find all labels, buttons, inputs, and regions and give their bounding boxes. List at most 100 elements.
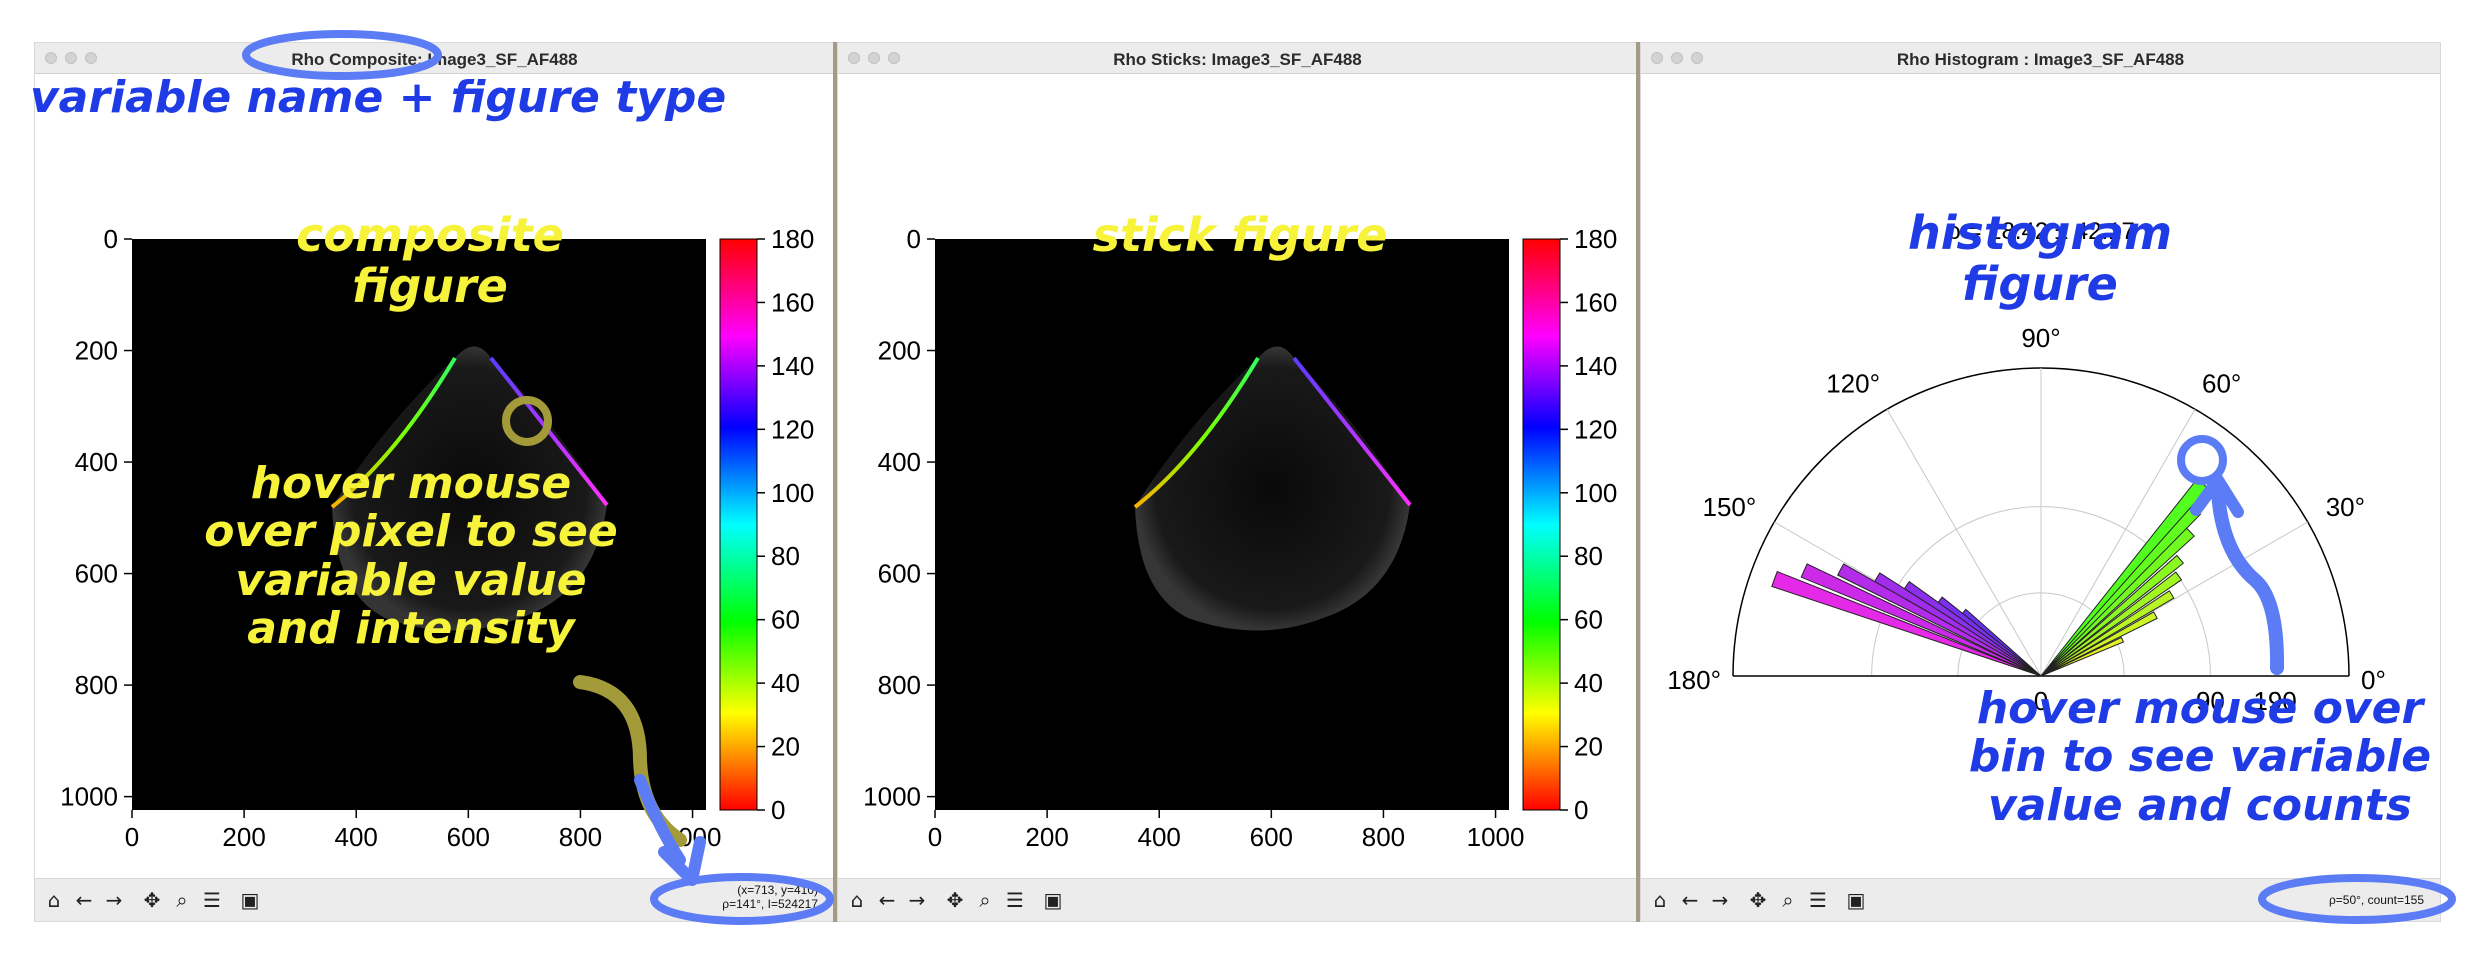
colorbar-tick-label: 60 bbox=[771, 605, 800, 635]
y-tick-label: 0 bbox=[907, 224, 921, 254]
colorbar-tick-label: 0 bbox=[771, 795, 785, 825]
window-titlebar: Rho Sticks: Image3_SF_AF488 bbox=[838, 43, 1637, 74]
colorbar-tick-label: 20 bbox=[771, 732, 800, 762]
save-icon[interactable]: ▣ bbox=[1843, 888, 1869, 912]
annotation-hover-pixel: hover mouse over pixel to see variable v… bbox=[204, 458, 618, 655]
configure-subplots-icon[interactable]: ☰ bbox=[1805, 888, 1831, 912]
colorbar-tick-label: 120 bbox=[1574, 414, 1617, 444]
x-tick-label: 400 bbox=[335, 822, 378, 852]
pan-icon[interactable]: ✥ bbox=[1745, 888, 1771, 912]
sticks-window: Rho Sticks: Image3_SF_AF488 0 200 400 600 80… bbox=[837, 42, 1638, 922]
forward-arrow-icon[interactable]: → bbox=[101, 888, 127, 912]
y-tick-label: 800 bbox=[878, 670, 921, 700]
x-tick-label: 200 bbox=[1025, 822, 1068, 852]
y-tick-label: 600 bbox=[878, 559, 921, 589]
window-title: Rho Histogram : Image3_SF_AF488 bbox=[1896, 50, 2185, 69]
colorbar-tick-label: 140 bbox=[771, 351, 814, 381]
configure-subplots-icon[interactable]: ☰ bbox=[1002, 888, 1028, 912]
colorbar-tick-label: 0 bbox=[1574, 795, 1588, 825]
annotation-figure-type: variable name + figure type bbox=[30, 72, 727, 123]
zoom-icon[interactable]: ⌕ bbox=[972, 888, 998, 912]
colorbar-tick-label: 60 bbox=[1574, 605, 1603, 635]
cursor-value: ρ=141°, I=524217 bbox=[722, 897, 818, 911]
y-tick-label: 1000 bbox=[863, 782, 921, 812]
home-icon[interactable]: ⌂ bbox=[41, 888, 67, 912]
x-tick-label: 400 bbox=[1138, 822, 1181, 852]
histogram-bin[interactable] bbox=[1837, 563, 2042, 677]
colorbar-tick-label: 80 bbox=[771, 541, 800, 571]
polar-angle-label: 30° bbox=[2326, 492, 2365, 522]
window-titlebar: Rho Composite: Image3_SF_AF488 bbox=[35, 43, 834, 74]
colorbar bbox=[719, 238, 758, 811]
histogram-bin[interactable] bbox=[2040, 505, 2202, 677]
window-titlebar: Rho Histogram : Image3_SF_AF488 bbox=[1641, 43, 2440, 74]
histogram-bin[interactable] bbox=[2040, 527, 2195, 677]
x-tick-label: 1000 bbox=[1467, 822, 1525, 852]
annotation-composite: composite figure bbox=[296, 208, 564, 313]
colorbar-tick-label: 120 bbox=[771, 414, 814, 444]
colorbar-tick-label: 160 bbox=[1574, 287, 1617, 317]
colorbar-tick-label: 180 bbox=[771, 224, 814, 254]
pan-icon[interactable]: ✥ bbox=[942, 888, 968, 912]
back-arrow-icon[interactable]: ← bbox=[874, 888, 900, 912]
navigation-toolbar: ⌂ ← → ✥ ⌕ ☰ ▣ bbox=[838, 878, 1637, 921]
polar-angle-label: 90° bbox=[2021, 323, 2060, 353]
zoom-icon[interactable]: ⌕ bbox=[1775, 888, 1801, 912]
window-title: Rho Composite: Image3_SF_AF488 bbox=[291, 50, 578, 69]
back-arrow-icon[interactable]: ← bbox=[1677, 888, 1703, 912]
stick-figure[interactable]: 0 200 400 600 800 100002004006008001000 18016… bbox=[838, 73, 1639, 879]
colorbar-tick-label: 180 bbox=[1574, 224, 1617, 254]
y-tick-label: 200 bbox=[878, 336, 921, 366]
histogram-bin[interactable] bbox=[1800, 563, 2042, 677]
navigation-toolbar: ⌂ ← → ✥ ⌕ ☰ ▣ (x=713, y=410) ρ=141°, I=5… bbox=[35, 878, 834, 921]
x-tick-label: 0 bbox=[125, 822, 139, 852]
colorbar-tick-label: 40 bbox=[771, 668, 800, 698]
colorbar-tick-label: 40 bbox=[1574, 668, 1603, 698]
home-icon[interactable]: ⌂ bbox=[1647, 888, 1673, 912]
y-tick-label: 600 bbox=[75, 559, 118, 589]
colorbar-tick-label: 160 bbox=[771, 287, 814, 317]
save-icon[interactable]: ▣ bbox=[237, 888, 263, 912]
polar-angle-label: 60° bbox=[2202, 368, 2241, 398]
annotation-histogram: histogram figure bbox=[1907, 206, 2173, 311]
y-tick-label: 1000 bbox=[60, 782, 118, 812]
cursor-readout: (x=713, y=410) ρ=141°, I=524217 bbox=[722, 883, 818, 911]
save-icon[interactable]: ▣ bbox=[1040, 888, 1066, 912]
cursor-position: (x=713, y=410) bbox=[737, 883, 818, 897]
colorbar-tick-label: 100 bbox=[771, 478, 814, 508]
polar-angle-label: 150° bbox=[1703, 492, 1757, 522]
colorbar-tick-label: 80 bbox=[1574, 541, 1603, 571]
colorbar-tick-label: 100 bbox=[1574, 478, 1617, 508]
y-tick-label: 800 bbox=[75, 670, 118, 700]
histogram-bin[interactable] bbox=[2040, 554, 2184, 677]
bin-value: ρ=50°, count=155 bbox=[2328, 893, 2424, 907]
x-tick-label: 800 bbox=[1362, 822, 1405, 852]
y-tick-label: 400 bbox=[878, 447, 921, 477]
x-tick-label: 1000 bbox=[664, 822, 722, 852]
polar-angle-label: 120° bbox=[1826, 368, 1880, 398]
x-tick-label: 600 bbox=[447, 822, 490, 852]
y-tick-label: 0 bbox=[104, 224, 118, 254]
pan-icon[interactable]: ✥ bbox=[139, 888, 165, 912]
navigation-toolbar: ⌂ ← → ✥ ⌕ ☰ ▣ ρ=50°, count=155 bbox=[1641, 878, 2440, 921]
configure-subplots-icon[interactable]: ☰ bbox=[199, 888, 225, 912]
x-tick-label: 0 bbox=[928, 822, 942, 852]
colorbar bbox=[1522, 238, 1561, 811]
forward-arrow-icon[interactable]: → bbox=[904, 888, 930, 912]
zoom-icon[interactable]: ⌕ bbox=[169, 888, 195, 912]
annotation-stick: stick figure bbox=[1092, 208, 1388, 262]
colorbar-tick-label: 20 bbox=[1574, 732, 1603, 762]
cursor-readout: ρ=50°, count=155 bbox=[2329, 893, 2424, 907]
x-tick-label: 200 bbox=[222, 822, 265, 852]
polar-angle-label: 180° bbox=[1667, 665, 1721, 695]
x-tick-label: 600 bbox=[1250, 822, 1293, 852]
forward-arrow-icon[interactable]: → bbox=[1707, 888, 1733, 912]
home-icon[interactable]: ⌂ bbox=[844, 888, 870, 912]
x-tick-label: 800 bbox=[559, 822, 602, 852]
y-tick-label: 400 bbox=[75, 447, 118, 477]
annotation-hover-bin: hover mouse over bin to see variable val… bbox=[1968, 683, 2432, 831]
colorbar-tick-label: 140 bbox=[1574, 351, 1617, 381]
back-arrow-icon[interactable]: ← bbox=[71, 888, 97, 912]
y-tick-label: 200 bbox=[75, 336, 118, 366]
window-title: Rho Sticks: Image3_SF_AF488 bbox=[1113, 50, 1362, 69]
